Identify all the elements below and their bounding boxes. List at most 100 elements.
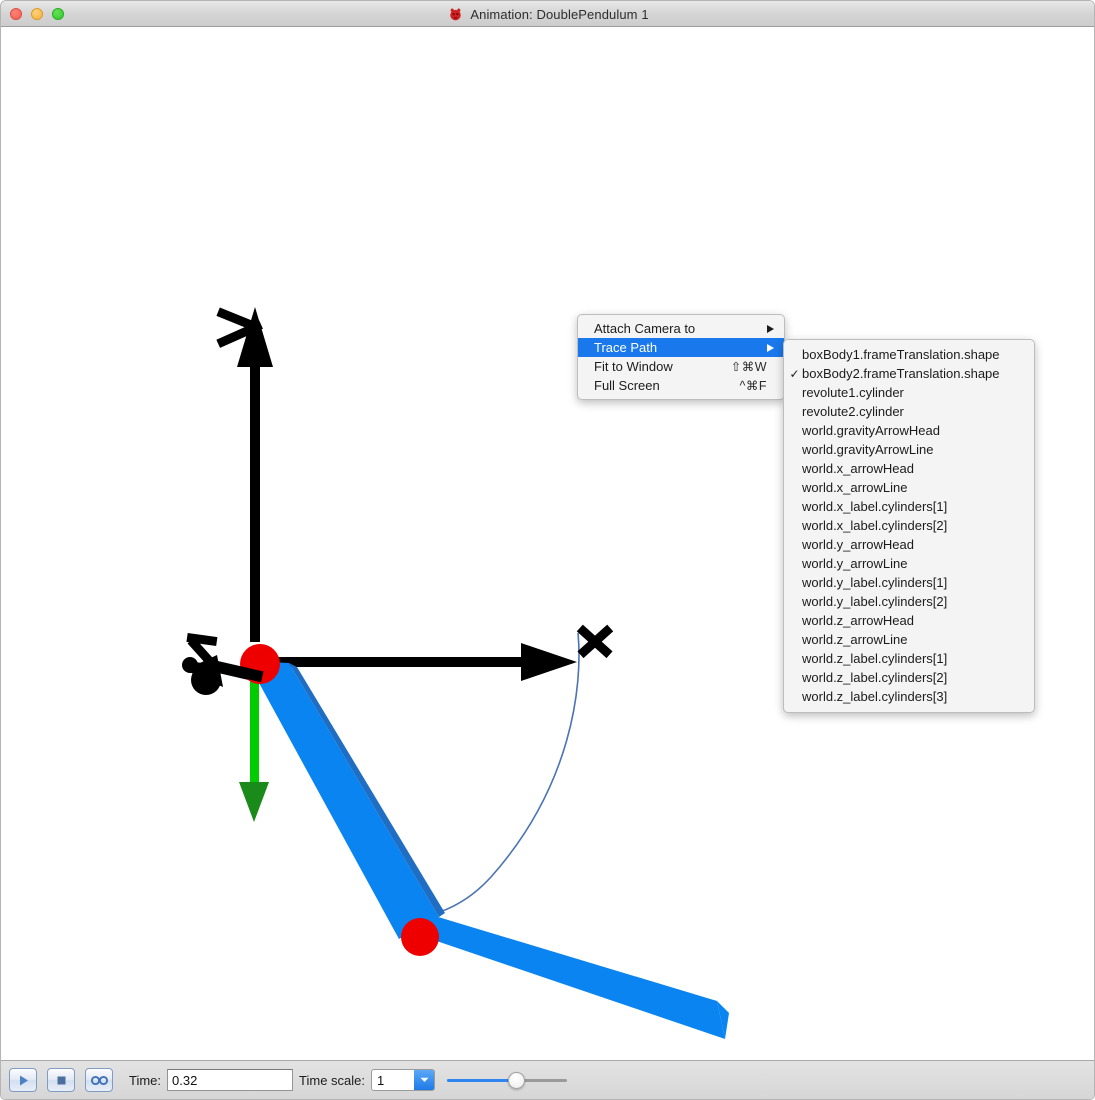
link-boxBody1 [247,661,445,939]
submenu-item-label: world.x_arrowHead [802,461,914,476]
menu-item-label: Trace Path [594,340,658,355]
chevron-right-icon [767,324,774,333]
submenu-item[interactable]: world.z_label.cylinders[2] [784,668,1034,687]
submenu-item-label: world.z_label.cylinders[2] [802,670,948,685]
chevron-down-glyph [420,1077,429,1082]
submenu-item[interactable]: revolute2.cylinder [784,402,1034,421]
menu-item-full-screen[interactable]: Full Screen ^⌘F [578,376,784,395]
x-axis-label [576,624,614,659]
submenu-item-label: world.x_arrowLine [802,480,908,495]
submenu-item-label: world.y_arrowHead [802,537,914,552]
submenu-item[interactable]: world.y_arrowLine [784,554,1034,573]
submenu-item[interactable]: world.z_arrowLine [784,630,1034,649]
submenu-item[interactable]: world.x_label.cylinders[2] [784,516,1034,535]
trace-path-submenu[interactable]: boxBody1.frameTranslation.shape ✓ boxBody2… [783,339,1035,713]
time-label: Time: [129,1072,162,1088]
check-icon [788,611,801,630]
slider-fill [447,1079,517,1082]
check-icon [788,516,801,535]
loop-button[interactable] [85,1068,113,1092]
submenu-item-label: world.x_label.cylinders[1] [802,499,948,514]
submenu-item-label: boxBody1.frameTranslation.shape [802,347,1000,362]
check-icon [788,402,801,421]
check-icon [788,440,801,459]
submenu-item[interactable]: world.z_label.cylinders[1] [784,649,1034,668]
slider-knob[interactable] [508,1072,526,1089]
chevron-right-icon [767,343,774,352]
context-menu[interactable]: Attach Camera to Trace Path Fit to Windo… [577,314,785,400]
check-icon [788,630,801,649]
check-icon: ✓ [789,366,800,381]
animation-canvas[interactable]: Attach Camera to Trace Path Fit to Windo… [1,27,1094,1062]
timescale-value: 1 [377,1072,385,1088]
check-icon [788,687,801,706]
submenu-item[interactable]: ✓ boxBody2.frameTranslation.shape [784,364,1034,383]
menu-item-label: Full Screen [594,378,660,393]
check-icon [788,592,801,611]
y-axis-line [250,347,260,642]
time-input[interactable]: 0.32 [167,1069,294,1091]
joint-revolute2 [401,918,439,956]
submenu-item-label: boxBody2.frameTranslation.shape [802,366,1000,381]
submenu-item-label: world.y_label.cylinders[1] [802,575,948,590]
menu-item-shortcut: ^⌘F [739,379,767,393]
timescale-label: Time scale: [299,1072,366,1088]
check-icon [788,383,801,402]
submenu-item-label: revolute1.cylinder [802,385,904,400]
submenu-item[interactable]: world.x_arrowLine [784,478,1034,497]
submenu-item-label: revolute2.cylinder [802,404,904,419]
modelica-red-icon [450,7,462,20]
menu-item-label: Fit to Window [594,359,673,374]
submenu-item-label: world.y_label.cylinders[2] [802,594,948,609]
play-button[interactable] [9,1068,37,1092]
check-icon [788,573,801,592]
submenu-item[interactable]: world.z_arrowHead [784,611,1034,630]
check-icon [788,649,801,668]
check-icon [788,459,801,478]
timescale-combobox[interactable]: 1 [371,1069,436,1091]
submenu-item-label: world.z_arrowHead [802,613,914,628]
submenu-item[interactable]: world.y_label.cylinders[1] [784,573,1034,592]
submenu-item-label: world.x_label.cylinders[2] [802,518,948,533]
submenu-item[interactable]: world.gravityArrowLine [784,440,1034,459]
check-icon [788,345,801,364]
title-bar: Animation: DoublePendulum 1 [1,1,1094,27]
menu-item-attach-camera-to[interactable]: Attach Camera to [578,319,784,338]
submenu-item[interactable]: world.x_label.cylinders[1] [784,497,1034,516]
stop-button[interactable] [47,1068,75,1092]
check-icon [788,668,801,687]
timescale-slider[interactable] [447,1069,568,1091]
check-icon [788,497,801,516]
submenu-item[interactable]: boxBody1.frameTranslation.shape [784,345,1034,364]
menu-item-label: Attach Camera to [594,321,696,336]
window-title-group: Animation: DoublePendulum 1 [1,1,1094,27]
check-icon [788,535,801,554]
check-icon [788,554,801,573]
joint1-hub-cap [182,657,198,673]
x-axis-line [259,657,531,667]
submenu-item[interactable]: world.z_label.cylinders[3] [784,687,1034,706]
submenu-item[interactable]: world.y_label.cylinders[2] [784,592,1034,611]
window-title: Animation: DoublePendulum 1 [470,6,649,22]
submenu-item-label: world.z_label.cylinders[3] [802,689,948,704]
play-icon [19,1075,28,1085]
chevron-down-icon[interactable] [414,1070,435,1090]
link-boxBody2 [405,907,729,1039]
submenu-item[interactable]: world.gravityArrowHead [784,421,1034,440]
submenu-item-label: world.z_label.cylinders[1] [802,651,948,666]
playback-toolbar: Time: 0.32 Time scale: 1 [1,1060,1094,1099]
trace-path-curve [425,632,580,917]
loop-icon [90,1075,108,1085]
x-axis-arrow-head [521,643,577,681]
submenu-item[interactable]: revolute1.cylinder [784,383,1034,402]
menu-item-fit-to-window[interactable]: Fit to Window ⇧⌘W [578,357,784,376]
stop-icon [57,1076,65,1084]
animation-window: Animation: DoublePendulum 1 Attach Camer… [0,0,1095,1100]
check-icon [788,421,801,440]
submenu-item-label: world.y_arrowLine [802,556,908,571]
menu-item-trace-path[interactable]: Trace Path [578,338,784,357]
submenu-item-label: world.z_arrowLine [802,632,908,647]
check-icon [788,478,801,497]
submenu-item[interactable]: world.x_arrowHead [784,459,1034,478]
submenu-item[interactable]: world.y_arrowHead [784,535,1034,554]
